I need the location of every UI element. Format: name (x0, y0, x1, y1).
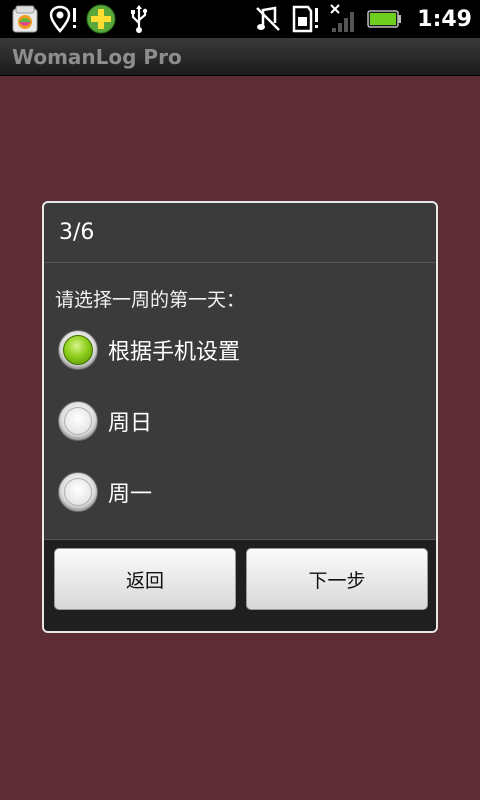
plus-icon (86, 4, 116, 34)
notification-icons (10, 4, 154, 34)
dialog-header: 3/6 (44, 203, 436, 263)
radio-selected-icon[interactable] (58, 330, 98, 370)
location-alert-icon (48, 4, 78, 34)
back-button[interactable]: 返回 (54, 548, 236, 610)
option-phone-setting[interactable]: 根据手机设置 (58, 329, 240, 371)
app-title-bar: WomanLog Pro (0, 38, 480, 76)
no-signal-icon (329, 4, 359, 34)
usb-icon (124, 4, 154, 34)
system-icons: 1:49 (253, 4, 472, 34)
dialog-prompt: 请选择一周的第一天： (55, 289, 246, 311)
status-time: 1:49 (417, 6, 472, 32)
app-store-icon (10, 4, 40, 34)
radio-unselected-icon[interactable] (58, 472, 98, 512)
step-indicator: 3/6 (59, 220, 95, 245)
mute-icon (253, 4, 283, 34)
option-label: 根据手机设置 (108, 340, 241, 365)
battery-icon (367, 4, 403, 34)
status-bar: 1:49 (0, 0, 480, 38)
option-label: 周日 (108, 411, 153, 436)
radio-unselected-icon[interactable] (58, 401, 98, 441)
option-sunday[interactable]: 周日 (58, 400, 152, 442)
setup-dialog: 3/6 请选择一周的第一天： 根据手机设置 周日 周一 返回 下一步 (42, 201, 438, 633)
app-title: WomanLog Pro (12, 44, 182, 69)
option-label: 周一 (108, 482, 153, 507)
next-button[interactable]: 下一步 (246, 548, 428, 610)
sd-card-alert-icon (291, 4, 321, 34)
option-monday[interactable]: 周一 (58, 471, 152, 513)
dialog-button-bar: 返回 下一步 (44, 539, 436, 631)
